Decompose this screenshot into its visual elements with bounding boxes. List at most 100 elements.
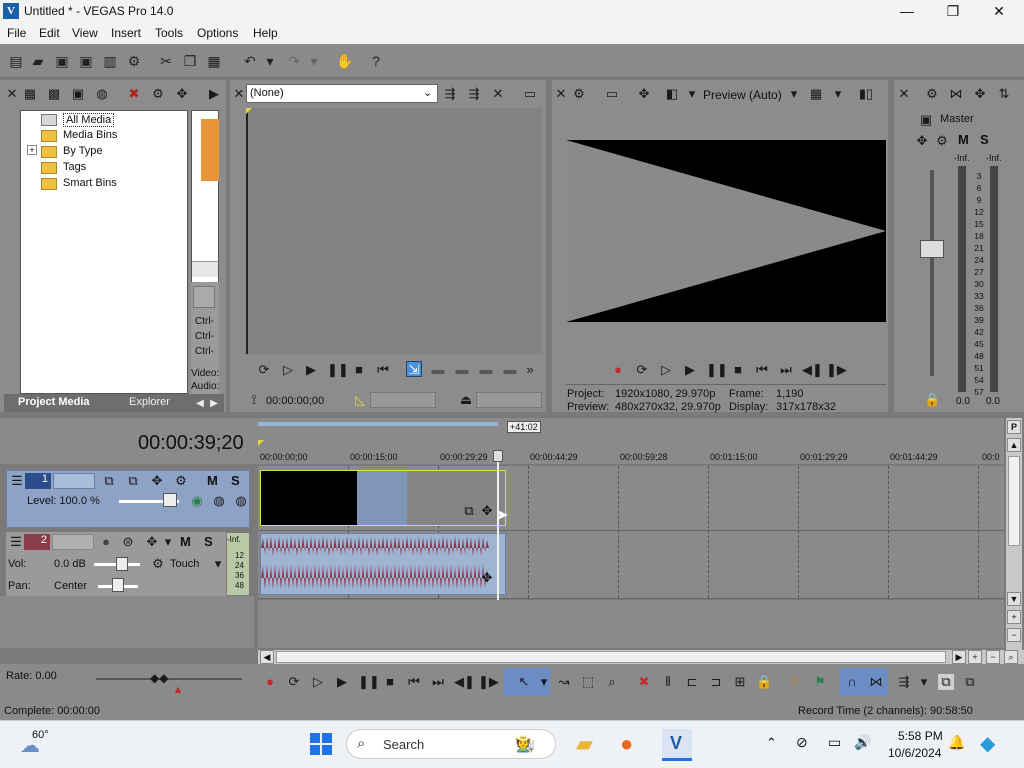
scroll-p-icon[interactable]: P — [1007, 420, 1021, 434]
rate-slider-handle-icon[interactable]: ◆◆ — [150, 670, 168, 686]
insert-region-icon[interactable]: ⚑ — [812, 674, 828, 690]
new-project-icon[interactable]: ▤ — [8, 53, 24, 69]
play-from-start-icon[interactable]: ▷ — [310, 674, 326, 690]
remove-media-icon[interactable]: ✖ — [126, 86, 142, 102]
go-to-start-icon[interactable]: ⏮ — [406, 674, 422, 690]
track1-level-handle[interactable] — [163, 493, 177, 507]
record-icon[interactable]: ● — [262, 674, 278, 690]
firefox-icon[interactable]: ● — [620, 731, 633, 757]
zoom-in-icon[interactable]: + — [968, 650, 982, 664]
scroll-thumb[interactable] — [1008, 456, 1020, 546]
stop-icon[interactable]: ■ — [730, 362, 746, 378]
render-icon[interactable]: ▥ — [102, 53, 118, 69]
arm-record-icon[interactable]: ● — [98, 534, 114, 550]
external-monitor-icon[interactable]: ▭ — [604, 86, 620, 102]
trimmer-media-dropdown[interactable]: (None) ⌄ — [246, 84, 438, 103]
trimmer-selection-field[interactable] — [370, 392, 436, 408]
chevron-down-icon[interactable]: ▾ — [160, 534, 176, 550]
selection-tool-icon[interactable]: ⬚ — [580, 674, 596, 690]
timeline-ruler[interactable]: 00:00:00;00 00:00:15;00 00:00:29;29 00:0… — [258, 450, 1004, 466]
track-fx-icon[interactable]: ⧉ — [125, 473, 141, 489]
open-icon[interactable]: ▰ — [30, 53, 46, 69]
save-icon[interactable]: ▣ — [54, 53, 70, 69]
go-to-start-icon[interactable]: ⏮ — [375, 362, 391, 378]
trim-start-icon[interactable]: ⊏ — [684, 674, 700, 690]
track-fx-icon[interactable]: ⊜ — [120, 534, 136, 550]
menu-help[interactable]: Help — [253, 26, 278, 40]
trimmer-option-icon[interactable]: ⇶ — [442, 86, 458, 102]
redo-dropdown-icon[interactable]: ▾ — [306, 53, 322, 69]
pause-icon[interactable]: ❚❚ — [358, 674, 380, 690]
go-to-start-icon[interactable]: ⏮ — [754, 362, 770, 378]
panel-more-icon[interactable]: ▶ — [206, 86, 222, 102]
pause-icon[interactable]: ❚❚ — [706, 362, 728, 378]
bus-settings-icon[interactable]: ⚙ — [934, 133, 950, 149]
tab-project-media[interactable]: Project Media — [18, 396, 90, 410]
close-panel-icon[interactable]: ✕ — [4, 86, 20, 102]
split-icon[interactable]: ⊞ — [732, 674, 748, 690]
record-icon[interactable]: ● — [610, 362, 626, 378]
master-mute-button[interactable]: M — [958, 132, 969, 147]
minimize-button[interactable]: — — [884, 0, 930, 22]
video-fx-icon[interactable]: ◧ — [664, 86, 680, 102]
chevron-down-icon[interactable]: ▾ — [786, 86, 802, 102]
file-explorer-icon[interactable]: ▰ — [576, 731, 593, 757]
zoom-out-icon[interactable]: − — [1007, 628, 1021, 642]
ripple-edit-icon[interactable]: ⇶ — [896, 674, 912, 690]
copy-icon[interactable]: ❐ — [182, 53, 198, 69]
trimmer-more-icon[interactable]: » — [522, 362, 538, 378]
close-preview-icon[interactable]: ✕ — [553, 86, 569, 102]
parent-track-icon[interactable]: ◍ — [211, 493, 227, 509]
video-event[interactable]: ⧉ ✥ — [260, 470, 506, 526]
import-media-icon[interactable]: ▦ — [22, 86, 38, 102]
menu-file[interactable]: File — [7, 26, 26, 40]
ignore-grouping-icon[interactable]: ⧉ — [962, 674, 978, 690]
play-icon[interactable]: ▶ — [303, 362, 319, 378]
split-screen-icon[interactable]: ✥ — [636, 86, 652, 102]
trimmer-tool-icon[interactable]: ▬ — [502, 362, 518, 378]
properties-icon[interactable]: ⚙ — [126, 53, 142, 69]
add-to-timeline-icon[interactable]: ⇲ — [406, 361, 422, 377]
track-name-field[interactable] — [52, 534, 94, 550]
event-fx-icon[interactable]: ✥ — [479, 503, 495, 519]
close-trimmer-icon[interactable]: ✕ — [231, 86, 247, 102]
lock-icon[interactable]: 🔒 — [924, 392, 940, 408]
notifications-icon[interactable]: 🔔 — [948, 734, 965, 751]
timeline-horizontal-scrollbar[interactable]: ◀ ▶ + − ⌕ — [258, 650, 1024, 664]
loop-playback-icon[interactable]: ⟳ — [634, 362, 650, 378]
weather-temperature[interactable]: 60° — [32, 729, 49, 741]
taskbar-search-box[interactable]: ⌕ Search 🧑‍🌾 — [346, 729, 556, 759]
trimmer-tool-icon[interactable]: ▬ — [454, 362, 470, 378]
next-frame-icon[interactable]: ❚▶ — [478, 674, 499, 690]
preview-quality-dropdown[interactable]: Preview (Auto) — [703, 88, 782, 102]
go-to-end-icon[interactable]: ⏭ — [778, 362, 794, 378]
network-icon[interactable]: ⊘ — [796, 734, 808, 751]
automation-mode[interactable]: Touch — [170, 558, 199, 570]
track-name-field[interactable] — [53, 473, 95, 489]
trimmer-region-icon[interactable]: ⇶ — [466, 86, 482, 102]
enable-snapping-icon[interactable]: ∩ — [844, 674, 860, 690]
copy-snapshot-icon[interactable]: ▮▯ — [858, 86, 874, 102]
stop-icon[interactable]: ■ — [351, 362, 367, 378]
timeline-empty-area[interactable] — [258, 600, 1004, 648]
enable-snapping-icon[interactable]: ✋ — [336, 53, 353, 69]
track1-solo-button[interactable]: S — [231, 473, 240, 488]
pause-icon[interactable]: ❚❚ — [327, 362, 349, 378]
pan-handle[interactable] — [112, 578, 124, 592]
zoom-out-icon[interactable]: − — [986, 650, 1000, 664]
audio-event[interactable]: ✥ — [260, 533, 506, 595]
bus-fx-icon[interactable]: ▣ — [918, 112, 934, 128]
trim-icon[interactable]: ⫴ — [660, 674, 676, 690]
mixer-settings-icon[interactable]: ⚙ — [924, 86, 940, 102]
chevron-down-icon[interactable]: ▾ — [210, 556, 226, 572]
close-button[interactable]: ✕ — [976, 0, 1022, 22]
track2-solo-button[interactable]: S — [204, 534, 213, 549]
compositing-icon[interactable]: ✥ — [149, 473, 165, 489]
media-properties-icon[interactable]: ⚙ — [150, 86, 166, 102]
undo-dropdown-icon[interactable]: ▾ — [262, 53, 278, 69]
video-track-header[interactable]: ☰ 1 ⧉ ⧉ ✥ ⚙ M S Level: 100.0 % ◉ ◍ ◍ — [6, 470, 250, 528]
trimmer-tool-icon[interactable]: ▬ — [430, 362, 446, 378]
scroll-right-icon[interactable]: ▶ — [952, 650, 966, 664]
zoom-tool-icon[interactable]: ⌕ — [1004, 650, 1018, 664]
menu-view[interactable]: View — [72, 26, 98, 40]
